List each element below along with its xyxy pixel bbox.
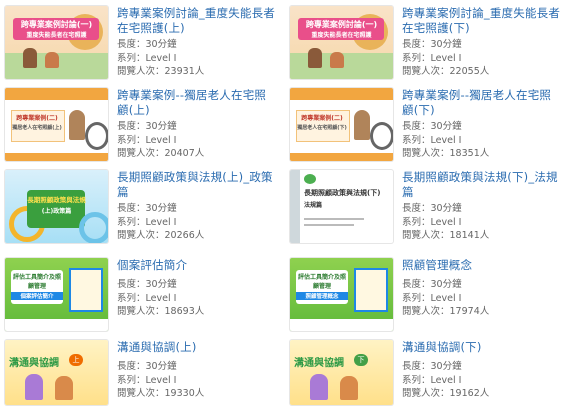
thumbnail-subcaption: 法規篇 [304,202,323,209]
course-thumbnail[interactable]: 跨專業案例討論(一) 重度失能長者在宅照護 [290,6,393,79]
course-meta: 長度：30分鐘 系列：Level I 閱覽人次：19330人 [117,361,205,399]
course-thumbnail[interactable]: 溝通與協調 下 [290,340,393,405]
course-views: 18693人 [164,306,205,317]
course-title-link[interactable]: 跨專業案例--獨居老人在宅照顧(上) [117,88,277,118]
thumbnail-subcaption: 個案評估簡介 [11,292,63,300]
course-length: 30分鐘 [145,279,177,290]
course-views: 23931人 [164,66,205,77]
thumbnail-caption: 跨專業案例(二) [16,115,58,122]
course-title-link[interactable]: 長期照顧政策與法規(下)_法規篇 [402,170,562,200]
course-thumbnail[interactable]: 跨專業案例(二) 獨居老人在宅照顧(下) [290,88,393,161]
thumbnail-subcaption: 重度失能長者在宅照護 [311,32,372,39]
thumbnail-caption: 長期照顧政策與法規 [27,196,86,204]
course-card[interactable]: 跨專業案例討論(一) 重度失能長者在宅照護 跨專業案例討論_重度失能長者在宅照護… [5,6,281,84]
course-title-link[interactable]: 長期照顧政策與法規(上)_政策篇 [117,170,277,200]
course-length: 30分鐘 [145,361,177,372]
part-badge: 下 [354,354,368,366]
course-series: Level I [145,52,177,64]
course-length: 30分鐘 [430,279,462,290]
course-length: 30分鐘 [145,121,177,132]
course-thumbnail[interactable]: 長期照顧政策與法規(下) 法規篇 [290,170,393,243]
course-series: Level I [145,134,177,146]
course-thumbnail[interactable]: 溝通與協調 上 [5,340,108,405]
course-length: 30分鐘 [145,39,177,50]
course-title-link[interactable]: 溝通與協調(下) [402,340,562,355]
course-meta: 長度：30分鐘 系列：Level I 閱覽人次：18351人 [402,121,490,159]
course-thumbnail[interactable]: 評估工具簡介及照顧管理 照顧管理概念 [290,258,393,331]
course-views: 20266人 [164,230,205,241]
thumbnail-caption: 長期照顧政策與法規(下) [304,189,381,197]
course-thumbnail[interactable]: 跨專業案例討論(一) 重度失能長者在宅照護 [5,6,108,79]
thumbnail-caption: 評估工具簡介及照顧管理 [297,274,346,290]
course-length: 30分鐘 [430,39,462,50]
course-views: 22055人 [449,66,490,77]
thumbnail-caption: 評估工具簡介及照顧管理 [12,274,61,290]
course-length: 30分鐘 [430,203,462,214]
course-meta: 長度：30分鐘 系列：Level I 閱覽人次：19162人 [402,361,490,399]
thumbnail-subcaption: 照顧管理概念 [296,292,348,300]
course-views: 19162人 [449,388,490,399]
thumbnail-caption: 跨專業案例討論(一) [305,20,378,29]
course-grid: 跨專業案例討論(一) 重度失能長者在宅照護 跨專業案例討論_重度失能長者在宅照護… [0,0,566,405]
course-length: 30分鐘 [430,121,462,132]
course-series: Level I [430,216,462,228]
course-series: Level I [430,374,462,386]
course-title-link[interactable]: 溝通與協調(上) [117,340,277,355]
course-series: Level I [430,134,462,146]
course-views: 17974人 [449,306,490,317]
course-views: 20407人 [164,148,205,159]
thumbnail-caption: 跨專業案例討論(一) [20,20,93,29]
course-meta: 長度：30分鐘 系列：Level I 閱覽人次：18141人 [402,203,490,241]
thumbnail-subcaption: 獨居老人在宅照顧(下) [297,125,347,131]
course-length: 30分鐘 [145,203,177,214]
thumbnail-caption: 溝通與協調 [9,358,59,369]
course-series: Level I [430,292,462,304]
course-card[interactable]: 長期照顧政策與法規 (上)政策篇 長期照顧政策與法規(上)_政策篇 長度：30分… [5,170,281,248]
course-length: 30分鐘 [430,361,462,372]
course-title-link[interactable]: 個案評估簡介 [117,258,277,273]
course-card[interactable]: 跨專業案例(二) 獨居老人在宅照顧(上) 跨專業案例--獨居老人在宅照顧(上) … [5,88,281,166]
thumbnail-subcaption: 重度失能長者在宅照護 [26,32,87,39]
course-card[interactable]: 溝通與協調 下 溝通與協調(下) 長度：30分鐘 系列：Level I 閱覽人次… [290,340,566,418]
course-card[interactable]: 溝通與協調 上 溝通與協調(上) 長度：30分鐘 系列：Level I 閱覽人次… [5,340,281,418]
course-views: 19330人 [164,388,205,399]
thumbnail-caption: 跨專業案例(二) [301,115,343,122]
course-card[interactable]: 跨專業案例討論(一) 重度失能長者在宅照護 跨專業案例討論_重度失能長者在宅照護… [290,6,566,84]
course-meta: 長度：30分鐘 系列：Level I 閱覽人次：20407人 [117,121,205,159]
course-meta: 長度：30分鐘 系列：Level I 閱覽人次：22055人 [402,39,490,77]
course-card[interactable]: 評估工具簡介及照顧管理 個案評估簡介 個案評估簡介 長度：30分鐘 系列：Lev… [5,258,281,336]
course-views: 18351人 [449,148,490,159]
thumbnail-caption: 溝通與協調 [294,358,344,369]
course-meta: 長度：30分鐘 系列：Level I 閱覽人次：20266人 [117,203,205,241]
course-title-link[interactable]: 跨專業案例討論_重度失能長者在宅照護(上) [117,6,277,36]
course-series: Level I [145,216,177,228]
course-card[interactable]: 跨專業案例(二) 獨居老人在宅照顧(下) 跨專業案例--獨居老人在宅照顧(下) … [290,88,566,166]
course-title-link[interactable]: 跨專業案例--獨居老人在宅照顧(下) [402,88,562,118]
part-badge: 上 [69,354,83,366]
course-title-link[interactable]: 照顧管理概念 [402,258,562,273]
course-meta: 長度：30分鐘 系列：Level I 閱覽人次：17974人 [402,279,490,317]
course-series: Level I [145,374,177,386]
course-card[interactable]: 長期照顧政策與法規(下) 法規篇 長期照顧政策與法規(下)_法規篇 長度：30分… [290,170,566,248]
course-card[interactable]: 評估工具簡介及照顧管理 照顧管理概念 照顧管理概念 長度：30分鐘 系列：Lev… [290,258,566,336]
course-thumbnail[interactable]: 評估工具簡介及照顧管理 個案評估簡介 [5,258,108,331]
course-series: Level I [145,292,177,304]
course-meta: 長度：30分鐘 系列：Level I 閱覽人次：23931人 [117,39,205,77]
thumbnail-subcaption: 獨居老人在宅照顧(上) [12,125,62,131]
course-meta: 長度：30分鐘 系列：Level I 閱覽人次：18693人 [117,279,205,317]
course-series: Level I [430,52,462,64]
course-thumbnail[interactable]: 長期照顧政策與法規 (上)政策篇 [5,170,108,243]
course-thumbnail[interactable]: 跨專業案例(二) 獨居老人在宅照顧(上) [5,88,108,161]
course-title-link[interactable]: 跨專業案例討論_重度失能長者在宅照護(下) [402,6,562,36]
course-views: 18141人 [449,230,490,241]
